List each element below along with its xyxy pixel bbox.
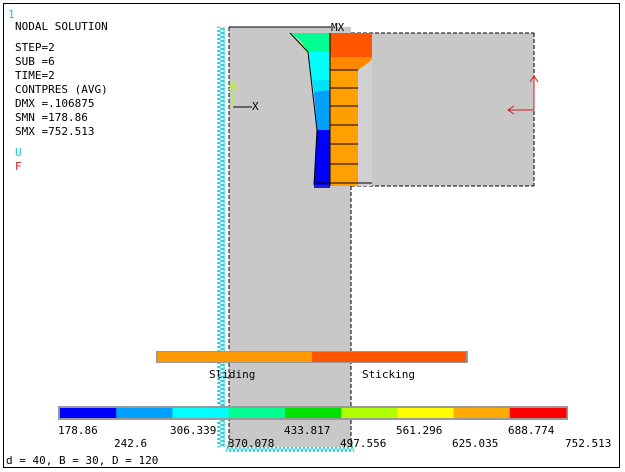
legend-value-8: 625.035 xyxy=(452,437,499,450)
legend-value-2: 242.6 xyxy=(114,437,148,450)
legend-value-9: 688.774 xyxy=(508,424,555,437)
legend-value-3: 306.339 xyxy=(170,424,217,437)
legend-color-band xyxy=(60,408,117,418)
contact-pressure-contour-right xyxy=(329,33,372,186)
legend-color-band xyxy=(172,408,230,418)
legend-value-5: 433.817 xyxy=(284,424,331,437)
sticking-label: Sticking xyxy=(362,368,415,381)
graphics-viewport[interactable]: 1 NODAL SOLUTION STEP=2 SUB =6 TIME=2 CO… xyxy=(0,0,625,472)
sliding-label: Sliding xyxy=(209,368,256,381)
legend-value-7: 561.296 xyxy=(396,424,443,437)
mx-label: MX xyxy=(331,21,345,34)
footing-body xyxy=(351,33,534,186)
triad-x-label: X xyxy=(252,100,259,113)
legend-color-band xyxy=(509,408,567,418)
legend-value-1: 178.86 xyxy=(58,424,98,437)
sliding-swatch xyxy=(158,352,312,362)
legend-color-band xyxy=(453,408,511,418)
sticking-swatch xyxy=(312,352,466,362)
legend-color-band xyxy=(341,408,398,418)
legend-value-4: 370.078 xyxy=(228,437,275,450)
legend-color-band xyxy=(228,408,286,418)
legend-color-band xyxy=(284,408,342,418)
legend-value-6: 497.556 xyxy=(340,437,387,450)
model-graphics: MX X xyxy=(58,21,568,453)
contour-legend-bar xyxy=(58,406,568,420)
footer-parameters: d = 40, B = 30, D = 120 xyxy=(6,454,159,467)
legend-color-band xyxy=(397,408,454,418)
legend-value-10: 752.513 xyxy=(565,437,612,450)
legend-color-band xyxy=(116,408,173,418)
